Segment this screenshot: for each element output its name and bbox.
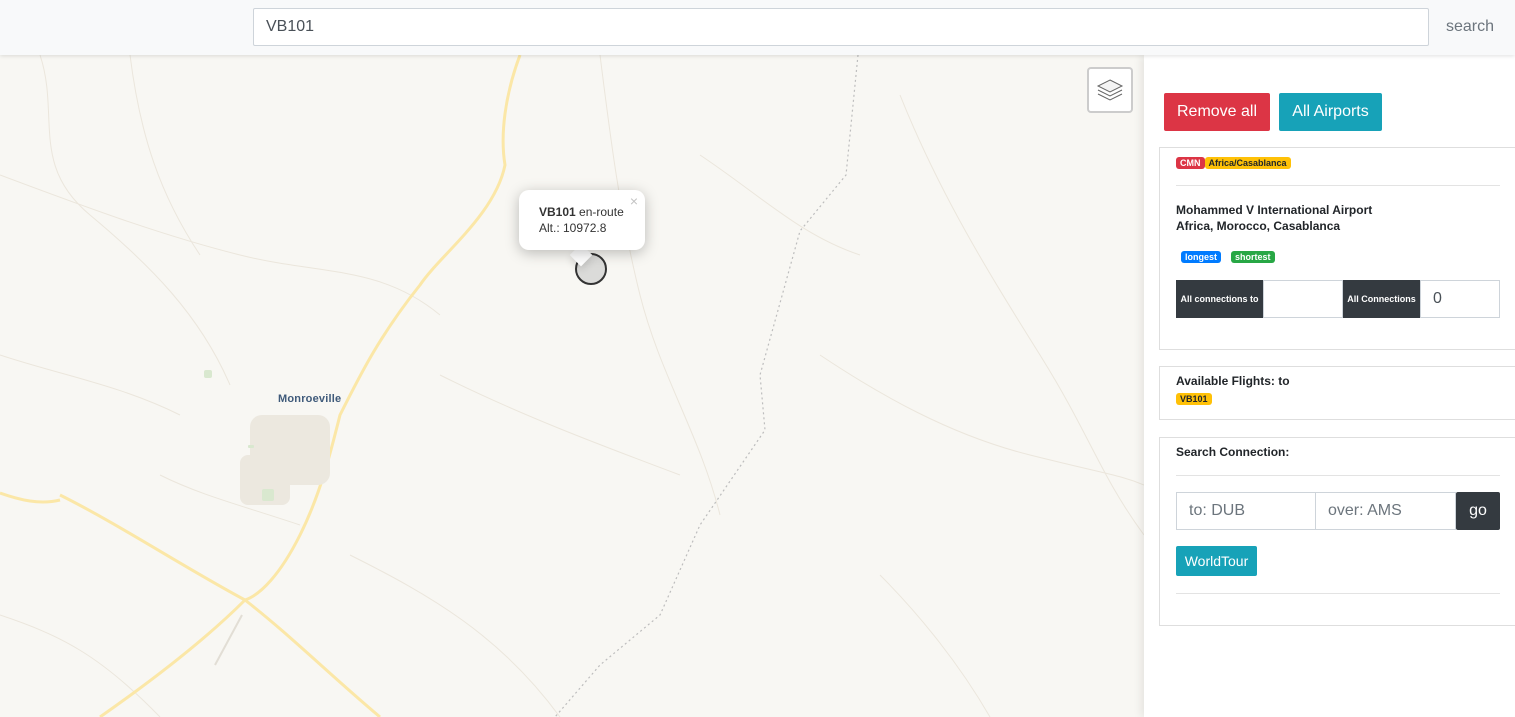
airport-name: Mohammed V International Airport (1176, 203, 1373, 217)
remove-all-button[interactable]: Remove all (1164, 93, 1270, 131)
connections-to-field[interactable] (1263, 280, 1343, 318)
all-connections-to-button[interactable]: All connections to (1176, 280, 1263, 318)
layers-control-button[interactable] (1087, 67, 1133, 113)
popup-close-icon[interactable]: × (630, 193, 638, 209)
shortest-badge[interactable]: shortest (1231, 251, 1275, 263)
available-flights-card: Available Flights: to VB101 (1159, 366, 1515, 420)
search-connection-card: Search Connection: go WorldTour (1159, 437, 1515, 626)
map[interactable]: Monroeville × VB101 en-route Alt.: 10972… (0, 55, 1144, 717)
all-airports-button[interactable]: All Airports (1279, 93, 1382, 131)
popup-altitude: Alt.: 10972.8 (539, 221, 607, 235)
airport-location: Africa, Morocco, Casablanca (1176, 219, 1341, 233)
top-bar: search (0, 0, 1515, 55)
layers-icon (1096, 79, 1124, 101)
airport-card: CMN Africa/Casablanca Mohammed V Internat… (1159, 147, 1515, 350)
longest-badge[interactable]: longest (1181, 251, 1222, 263)
timezone-badge: Africa/Casablanca (1204, 157, 1291, 169)
airport-code-badge: CMN (1176, 157, 1205, 169)
popup-flight-code: VB101 (539, 205, 576, 219)
go-button[interactable]: go (1456, 492, 1500, 530)
worldtour-button[interactable]: WorldTour (1176, 546, 1257, 576)
available-flights-title: Available Flights: to (1176, 374, 1290, 388)
all-connections-button[interactable]: All Connections (1343, 280, 1420, 318)
to-airport-input[interactable] (1176, 492, 1316, 530)
flight-popup: × VB101 en-route Alt.: 10972.8 (519, 190, 645, 250)
search-input[interactable] (253, 8, 1429, 46)
flight-badge[interactable]: VB101 (1176, 393, 1212, 405)
connections-row: All connections to All Connections (1176, 280, 1500, 318)
search-connection-title: Search Connection: (1176, 445, 1290, 459)
airport-badges: CMN Africa/Casablanca (1176, 157, 1291, 175)
divider (1176, 475, 1500, 476)
divider (1176, 185, 1500, 186)
map-base-layer (0, 55, 1144, 717)
over-airport-input[interactable] (1315, 492, 1456, 530)
connections-count-field[interactable] (1420, 280, 1500, 318)
sidebar: Remove all All Airports CMN Africa/Casabl… (1144, 55, 1515, 717)
search-button[interactable]: search (1436, 8, 1504, 46)
popup-status: en-route (579, 205, 624, 219)
divider (1176, 593, 1500, 594)
city-label: Monroeville (278, 393, 342, 405)
